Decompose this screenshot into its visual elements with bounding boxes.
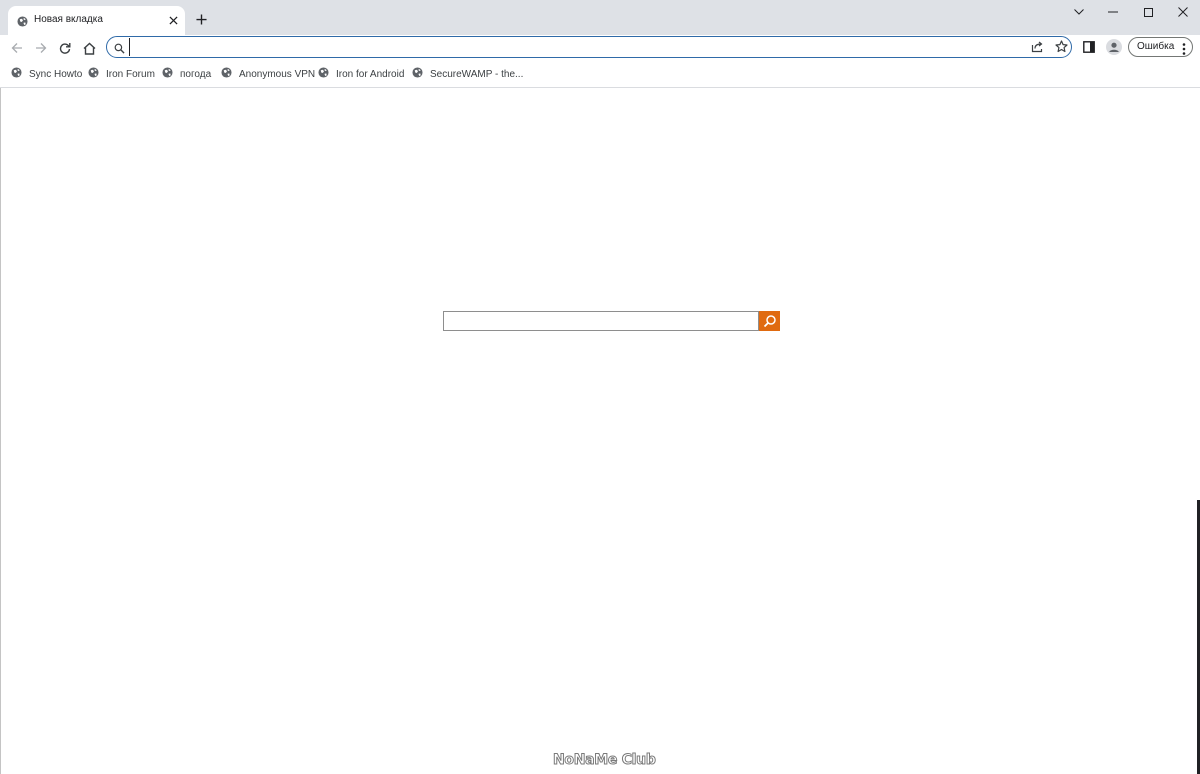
globe-icon — [412, 65, 423, 83]
bookmark-label: Sync Howto — [29, 68, 83, 80]
tab-strip: Новая вкладка — [0, 0, 1200, 35]
bookmark-label: Iron for Android — [336, 68, 405, 80]
bookmark-label: Iron Forum — [106, 68, 155, 80]
star-icon[interactable] — [1055, 40, 1068, 58]
page-content: NoNaMe Club — [0, 88, 1200, 774]
globe-icon — [318, 65, 329, 83]
bookmarks-bar: Sync Howto Iron Forum погода Anonymous V… — [0, 61, 1200, 88]
close-icon[interactable] — [166, 13, 180, 27]
globe-icon — [17, 14, 28, 32]
search-icon — [114, 41, 125, 59]
tab-new-tab[interactable]: Новая вкладка — [8, 6, 185, 35]
share-icon[interactable] — [1031, 40, 1043, 58]
error-button[interactable]: Ошибка — [1128, 37, 1193, 57]
toolbar: Ошибка — [0, 35, 1200, 61]
bookmark-pogoda[interactable]: погода — [162, 67, 211, 81]
window-close-icon[interactable] — [1175, 4, 1191, 20]
page-search-form — [443, 311, 780, 331]
address-input[interactable] — [129, 38, 1024, 56]
watermark: NoNaMe Club — [553, 752, 657, 769]
page-search-input[interactable] — [443, 311, 759, 331]
back-arrow-icon[interactable] — [8, 39, 26, 57]
chevron-down-icon[interactable] — [1071, 4, 1087, 20]
page-search-button[interactable] — [759, 311, 780, 331]
side-panel-icon[interactable] — [1083, 40, 1095, 58]
globe-icon — [221, 65, 232, 83]
home-icon[interactable] — [80, 39, 98, 57]
person-icon[interactable] — [1106, 39, 1122, 55]
globe-icon — [162, 65, 173, 83]
bookmark-securewamp[interactable]: SecureWAMP - the... — [412, 67, 523, 81]
minimize-icon[interactable] — [1105, 4, 1121, 20]
globe-icon — [11, 65, 22, 83]
reload-icon[interactable] — [56, 39, 74, 57]
globe-icon — [88, 65, 99, 83]
search-icon — [763, 315, 776, 328]
address-bar[interactable] — [106, 36, 1072, 58]
bookmark-iron-forum[interactable]: Iron Forum — [88, 67, 155, 81]
bookmark-label: Anonymous VPN — [239, 68, 316, 80]
bookmark-sync-howto[interactable]: Sync Howto — [11, 67, 82, 81]
bookmark-anonymous-vpn[interactable]: Anonymous VPN — [221, 67, 315, 81]
bookmark-iron-for-android[interactable]: Iron for Android — [318, 67, 404, 81]
bookmark-label: SecureWAMP - the... — [430, 68, 524, 80]
forward-arrow-icon[interactable] — [32, 39, 50, 57]
browser-window: Новая вкладка Ошибка Sync Howto Iron For… — [0, 0, 1200, 774]
maximize-icon[interactable] — [1140, 4, 1156, 20]
plus-icon[interactable] — [193, 11, 209, 27]
tab-title: Новая вкладка — [34, 14, 103, 25]
error-label: Ошибка — [1137, 41, 1175, 52]
kebab-menu-icon[interactable] — [1182, 42, 1186, 60]
bookmark-label: погода — [180, 68, 212, 80]
